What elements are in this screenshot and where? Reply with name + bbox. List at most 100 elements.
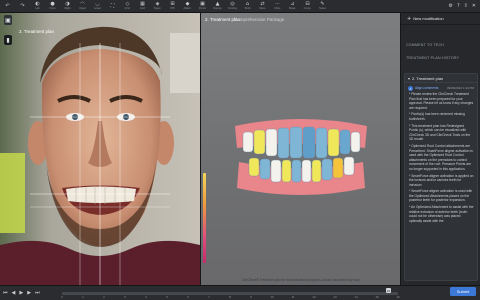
timeline-tick[interactable]: 15 bbox=[375, 295, 378, 299]
top-toolbar: ↶ ↷ ◐ Left ● Front ◑ Right ◠ Upper ◡ Lower ⛶ ◇ Occl. ▦ G… bbox=[0, 0, 480, 13]
toolbar-tool-undo[interactable]: ↶ bbox=[0, 0, 15, 13]
timeline-tick[interactable]: 16 bbox=[396, 295, 399, 299]
plan-history-heading[interactable]: TREATMENT PLAN HISTORY bbox=[401, 52, 480, 61]
timeline-tick[interactable]: 14 bbox=[354, 295, 357, 299]
clincheck-app: ↶ ↷ ◐ Left ● Front ◑ Right ◠ Upper ◡ Lower ⛶ ◇ Occl. ▦ G… bbox=[0, 0, 480, 300]
comment-time: 09/05/2022 1:34 PM bbox=[446, 86, 474, 90]
avatar: A bbox=[408, 86, 413, 91]
timeline-tick[interactable]: 0 bbox=[61, 295, 63, 299]
layers-icon[interactable]: ▮ bbox=[4, 35, 12, 45]
toolbar-tool-upper[interactable]: ◠ Upper bbox=[75, 0, 90, 13]
prev-stage-icon[interactable]: ◀ bbox=[12, 290, 16, 296]
play-icon[interactable]: ▶ bbox=[19, 290, 23, 296]
timeline-tick[interactable]: 12 bbox=[312, 295, 315, 299]
timeline-tick[interactable]: 10 bbox=[270, 295, 273, 299]
toolbar-tool-label: Occl. bbox=[124, 7, 131, 10]
toolbar-tool-label: Overlay bbox=[228, 7, 237, 10]
toolbar-tool-left-view[interactable]: ◐ Left bbox=[30, 0, 45, 13]
toolbar-tool-occlusion[interactable]: ◇ Occl. bbox=[120, 0, 135, 13]
comment-message: * SmartForce aligner activation is used … bbox=[409, 189, 473, 203]
timeline-tick[interactable]: 6 bbox=[187, 295, 189, 299]
toolbar-tool-grid[interactable]: ▦ Grid bbox=[135, 0, 150, 13]
photo-icon[interactable]: ▣ bbox=[4, 15, 12, 25]
timeline-tick[interactable]: 1 bbox=[82, 295, 84, 299]
toolbar-tool-label: More bbox=[274, 7, 281, 10]
treatment-3d-viewer[interactable]: 2. Treatment plan Comprehensive Package bbox=[200, 13, 400, 285]
toolbar-right: ⚙ ? ⇪ ✕ bbox=[448, 3, 480, 9]
toolbar-tool-label: Left bbox=[35, 7, 40, 10]
comment-messages: * Please review the ClinCheck Treatment … bbox=[405, 92, 477, 223]
toolbar-tool-more[interactable]: ⋯ More bbox=[270, 0, 285, 13]
chevron-down-icon: ▾ bbox=[408, 75, 411, 81]
toolbar-tool-superimpose[interactable]: ◈ Super. bbox=[150, 0, 165, 13]
dental-arch-model[interactable] bbox=[231, 118, 371, 198]
toolbar-tool-lower[interactable]: ◡ Lower bbox=[90, 0, 105, 13]
toolbar-tool-label: Tooth bbox=[244, 7, 251, 10]
toolbar-tool-compare[interactable]: ⊟ Comp. bbox=[300, 0, 315, 13]
viewer-subtitle: Comprehensive Package bbox=[234, 17, 285, 22]
toolbar-tool-right-view[interactable]: ◑ Right bbox=[60, 0, 75, 13]
timeline-ticks: 0 1 2 3 4 5 6 7 8 9 10 11 12 13 14 15 16 bbox=[61, 295, 400, 300]
timeline-tick[interactable]: 9 bbox=[250, 295, 252, 299]
toolbar-tool-measure[interactable]: ⊿ Meas. bbox=[285, 0, 300, 13]
toolbar-tool-label: Pontic bbox=[198, 7, 207, 10]
smile-photo-panel: 2. Treatment plan bbox=[0, 13, 200, 285]
fullscreen-icon: ⛶ bbox=[110, 2, 115, 9]
toolbar-tool-ipr[interactable]: ⊞ IPR bbox=[165, 0, 180, 13]
toolbar-tool-label: IPR bbox=[170, 7, 175, 10]
share-icon[interactable]: ⇪ bbox=[464, 3, 468, 9]
toolbar-tool-pontic[interactable]: ▣ Pontic bbox=[195, 0, 210, 13]
timeline-tick[interactable]: 11 bbox=[291, 295, 294, 299]
comment-author-row: A Align.comments 09/05/2022 1:34 PM bbox=[405, 83, 477, 92]
viewer-disclaimer: ClinCheck® Treatment plan for demonstrat… bbox=[241, 278, 361, 282]
toolbar-tool-notes[interactable]: ✎ Notes bbox=[315, 0, 330, 13]
toolbar-tool-attachments[interactable]: ◆ Attach. bbox=[180, 0, 195, 13]
left-rail: ▣ ▮ bbox=[0, 13, 16, 285]
toolbar-tool-label: Front bbox=[49, 7, 56, 10]
comment-to-tech-heading[interactable]: COMMENT TO TECH bbox=[401, 39, 480, 48]
toolbar-tool-movement[interactable]: ⇄ Move bbox=[255, 0, 270, 13]
timeline-tick[interactable]: 5 bbox=[166, 295, 168, 299]
toolbar-tool-label: Comp. bbox=[303, 7, 312, 10]
first-stage-icon[interactable]: ⏮ bbox=[3, 290, 8, 296]
toolbar-tool-tooth[interactable]: ⌂ Tooth bbox=[240, 0, 255, 13]
movement-color-scale bbox=[203, 173, 206, 263]
comment-message: * Pontic(s) has been rendered missing to… bbox=[409, 112, 465, 121]
card-header[interactable]: ▾ 2. Treatment plan bbox=[405, 74, 477, 83]
toolbar-tools: ↶ ↷ ◐ Left ● Front ◑ Right ◠ Upper ◡ Lower ⛶ ◇ Occl. ▦ G… bbox=[0, 0, 330, 13]
stage-timeline: ⏮ ◀ ▶ ▶ ⏭ 0 1 2 3 4 5 6 7 8 9 10 11 12 13 14 15 16 16 bbox=[0, 285, 480, 300]
toolbar-tool-bite-ramps[interactable]: ▲ Ramps bbox=[210, 0, 225, 13]
toolbar-tool-label: Super. bbox=[153, 7, 162, 10]
playback-controls: ⏮ ◀ ▶ ▶ ⏭ bbox=[3, 290, 40, 296]
toolbar-tool-overlay[interactable]: ◎ Overlay bbox=[225, 0, 240, 13]
toolbar-tool-redo[interactable]: ↷ bbox=[15, 0, 30, 13]
close-icon[interactable]: ✕ bbox=[472, 3, 476, 9]
timeline-tick[interactable]: 2 bbox=[103, 295, 105, 299]
undo-icon: ↶ bbox=[5, 2, 10, 9]
timeline-tick[interactable]: 7 bbox=[208, 295, 210, 299]
help-icon[interactable]: ? bbox=[457, 3, 460, 9]
settings-icon[interactable]: ⚙ bbox=[448, 3, 452, 9]
submit-button[interactable]: Submit bbox=[450, 287, 476, 296]
toolbar-tool-label: Grid bbox=[140, 7, 145, 10]
last-stage-icon[interactable]: ⏭ bbox=[35, 290, 40, 296]
redo-icon: ↷ bbox=[20, 2, 25, 9]
comment-message: * Optimized Root Control attachments are… bbox=[409, 143, 473, 171]
toolbar-tool-fullscreen[interactable]: ⛶ bbox=[105, 0, 120, 13]
timeline-tick[interactable]: 4 bbox=[145, 295, 147, 299]
toolbar-tool-front-view[interactable]: ● Front bbox=[45, 0, 60, 13]
new-modification-label: New modification bbox=[413, 16, 444, 21]
toolbar-tool-label: Move bbox=[259, 7, 266, 10]
next-stage-icon[interactable]: ▶ bbox=[27, 290, 31, 296]
timeline-tick[interactable]: 8 bbox=[229, 295, 231, 299]
new-modification-button[interactable]: + New modification bbox=[401, 13, 480, 25]
current-stage-marker[interactable]: 16 bbox=[386, 288, 391, 293]
toolbar-tool-label: Attach. bbox=[183, 7, 192, 10]
comment-message: * Please review the ClinCheck Treatment … bbox=[409, 92, 474, 110]
toolbar-tool-label: Meas. bbox=[288, 7, 297, 10]
plan-history-card: ▾ 2. Treatment plan A Align.comments 09/… bbox=[404, 73, 478, 281]
timeline-tick[interactable]: 13 bbox=[333, 295, 336, 299]
toolbar-tool-label: Notes bbox=[319, 7, 326, 10]
photo-panel-title: 2. Treatment plan bbox=[19, 29, 55, 34]
timeline-tick[interactable]: 3 bbox=[124, 295, 126, 299]
